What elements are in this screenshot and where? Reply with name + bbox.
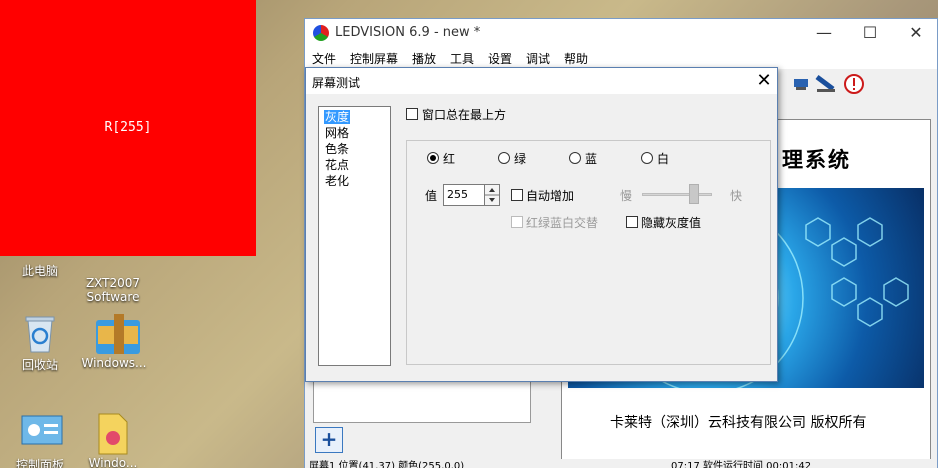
close-button[interactable]: ✕: [893, 19, 938, 47]
menu-tools[interactable]: 工具: [450, 50, 474, 67]
hide-gray-label: 隐藏灰度值: [641, 216, 702, 230]
desktop-label-control-panel: 控制面板: [15, 458, 64, 468]
radio-red[interactable]: [427, 152, 439, 164]
dialog-title-bar[interactable]: 屏幕测试 ✕: [306, 68, 777, 94]
radio-white-label: 白: [657, 152, 670, 166]
desktop-icon-zxt-software[interactable]: ZXT2007 Software: [73, 262, 153, 304]
always-on-top-checkbox[interactable]: [406, 108, 418, 120]
network-icon[interactable]: [791, 73, 813, 95]
desktop-icon-recycle-bin[interactable]: 回收站: [0, 312, 80, 373]
fast-label: 快: [730, 189, 743, 203]
windows-folder-icon: [94, 312, 140, 354]
auto-increase-checkbox[interactable]: [511, 189, 523, 201]
menu-settings[interactable]: 设置: [488, 50, 512, 67]
radio-white[interactable]: [641, 152, 653, 164]
list-item-color-bar[interactable]: 色条: [324, 142, 350, 156]
hide-gray-checkbox[interactable]: [626, 216, 638, 228]
red-value-label: R[255]: [104, 120, 152, 135]
list-item-grid[interactable]: 网格: [324, 126, 350, 140]
radio-green-label: 绿: [514, 152, 527, 166]
control-panel-icon: [20, 412, 63, 452]
minimize-button[interactable]: —: [801, 19, 847, 47]
desktop-label-recycle-bin: 回收站: [21, 358, 58, 372]
menu-control-screen[interactable]: 控制屏幕: [350, 50, 398, 67]
info-warning-icon[interactable]: [843, 73, 865, 95]
window-title: LEDVISION 6.9 - new *: [335, 25, 481, 40]
title-bar[interactable]: LEDVISION 6.9 - new * — ☐ ✕: [305, 19, 937, 47]
menu-play[interactable]: 播放: [412, 50, 436, 67]
add-button[interactable]: +: [315, 427, 343, 453]
desktop-icon-windows-file[interactable]: Windo...: [73, 412, 153, 468]
maximize-button[interactable]: ☐: [847, 19, 893, 47]
list-item-dots[interactable]: 花点: [324, 158, 350, 172]
radio-red-label: 红: [443, 152, 456, 166]
slow-label: 慢: [620, 189, 633, 203]
value-label: 值: [425, 189, 438, 203]
menu-bar: 文件 控制屏幕 播放 工具 设置 调试 帮助: [305, 47, 937, 69]
screen-test-dialog: 屏幕测试 ✕ 灰度 网格 色条 花点 老化 窗口总在最上方 红 绿 蓝 白 值 …: [305, 67, 778, 382]
desktop-label-windows: Windows...: [81, 356, 147, 370]
ledvision-logo-icon: [313, 25, 329, 41]
recycle-bin-icon: [20, 312, 60, 353]
toolbar-right: [785, 69, 935, 97]
document-icon: [93, 412, 133, 455]
auto-increase-label: 自动增加: [526, 189, 575, 203]
test-mode-list[interactable]: 灰度 网格 色条 花点 老化: [318, 106, 391, 366]
menu-help[interactable]: 帮助: [564, 50, 588, 67]
dialog-title: 屏幕测试: [312, 76, 361, 90]
value-input[interactable]: 255: [443, 184, 487, 206]
gray-test-group: [406, 140, 771, 365]
desktop-label-windows-file: Windo...: [88, 456, 138, 468]
menu-file[interactable]: 文件: [312, 50, 336, 67]
desktop-label-this-pc: 此电脑: [21, 264, 58, 278]
status-right: 07:17 软件运行时间 00:01:42: [671, 461, 812, 468]
always-on-top-label: 窗口总在最上方: [422, 108, 507, 122]
copyright-text: 卡莱特（深圳）云科技有限公司 版权所有: [610, 415, 867, 431]
list-item-aging[interactable]: 老化: [324, 174, 350, 188]
radio-blue-label: 蓝: [585, 152, 598, 166]
rgbw-alternate-checkbox[interactable]: [511, 216, 523, 228]
rgbw-alternate-label: 红绿蓝白交替: [526, 216, 599, 230]
list-item-gray[interactable]: 灰度: [324, 110, 351, 124]
desktop-icon-control-panel[interactable]: 控制面板: [0, 412, 80, 468]
dialog-close-button[interactable]: ✕: [752, 70, 776, 92]
speed-slider-track: [642, 193, 712, 196]
desktop-icon-this-pc[interactable]: 此电脑: [0, 262, 80, 279]
status-left: 屏幕1 位置(41,37) 颜色(255,0,0): [309, 461, 465, 468]
menu-debug[interactable]: 调试: [526, 50, 550, 67]
speed-slider[interactable]: [689, 184, 699, 204]
signal-icon[interactable]: [815, 73, 837, 95]
desktop-icon-windows-folder[interactable]: Windows...: [74, 312, 154, 370]
desktop-label-zxt: ZXT2007 Software: [85, 276, 141, 304]
radio-green[interactable]: [498, 152, 510, 164]
logo-title: 理系统: [782, 148, 851, 172]
status-bar: 屏幕1 位置(41,37) 颜色(255,0,0) 07:17 软件运行时间 0…: [305, 459, 937, 468]
radio-blue[interactable]: [569, 152, 581, 164]
value-spinner[interactable]: [484, 184, 500, 206]
